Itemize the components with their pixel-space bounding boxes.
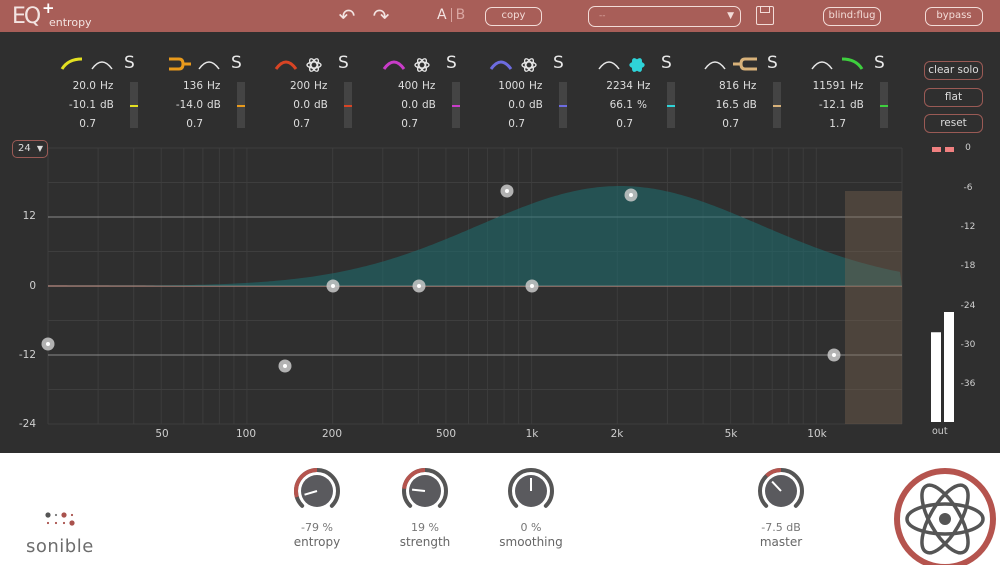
master-value: -7.5 dB: [761, 521, 801, 534]
meter-label-12: -12: [960, 222, 976, 232]
meter-label-6: -6: [963, 183, 973, 193]
chevron-down-icon: ▼: [36, 144, 44, 153]
band-3-handle[interactable]: [326, 279, 340, 293]
x-label-10k: 10k: [807, 428, 827, 440]
knob-smoothing[interactable]: 0 % smoothing: [486, 465, 576, 560]
band-2-handle[interactable]: [278, 359, 292, 373]
master-knob-dial[interactable]: [755, 465, 807, 515]
eq-entropy-plugin: EQ + entropy ↶ ↷ AB copy -- ▼ blind:flug…: [0, 0, 1000, 565]
x-label-2k: 2k: [610, 428, 624, 440]
clip-indicator-right[interactable]: [945, 147, 954, 152]
range-value: 24: [18, 143, 31, 154]
x-label-500: 500: [435, 428, 457, 440]
band-6-handle[interactable]: [624, 188, 638, 202]
master-label: master: [759, 535, 803, 549]
smoothing-value: 0 %: [520, 521, 542, 534]
x-label-5k: 5k: [724, 428, 738, 440]
band-5-handle[interactable]: [525, 279, 539, 293]
brand-name: sonible: [26, 536, 94, 557]
clip-indicator-left[interactable]: [932, 147, 941, 152]
knob-entropy[interactable]: -79 % entropy: [272, 465, 362, 560]
meter-label-24: -24: [960, 301, 976, 311]
band-8-handle[interactable]: [827, 348, 841, 362]
band-7-handle[interactable]: [500, 184, 514, 198]
strength-label: strength: [399, 535, 451, 549]
smoothing-knob-dial[interactable]: [505, 465, 557, 515]
strength-value: 19 %: [411, 521, 439, 534]
range-dropdown[interactable]: 24 ▼: [12, 140, 48, 158]
sonible-dots-icon: [45, 512, 75, 526]
meter-label-0: 0: [965, 143, 971, 153]
entropy-knob-dial[interactable]: [291, 465, 343, 515]
entropy-label: entropy: [293, 535, 341, 549]
y-label-0: 0: [29, 280, 36, 292]
x-label-50: 50: [155, 428, 169, 440]
sonible-logo: sonible: [26, 510, 94, 557]
y-label-minus-12: -12: [18, 349, 36, 361]
x-label-1k: 1k: [525, 428, 539, 440]
meter-label-30: -30: [960, 340, 976, 350]
entropy-learn-button[interactable]: [890, 467, 1000, 565]
band-6-response-area: [48, 186, 902, 286]
entropy-value: -79 %: [301, 521, 333, 534]
meter-label-18: -18: [960, 261, 976, 271]
meter-out-label: out: [932, 426, 948, 437]
knob-strength[interactable]: 19 % strength: [380, 465, 470, 560]
x-label-100: 100: [235, 428, 257, 440]
strength-knob-dial[interactable]: [399, 465, 451, 515]
knob-master[interactable]: -7.5 dB master: [736, 465, 826, 560]
footer: sonible -79 % entropy 19 % strength 0 % smoot…: [0, 453, 1000, 565]
output-meter-left: [931, 332, 941, 422]
smoothing-label: smoothing: [499, 535, 563, 549]
output-meter-right: [944, 312, 954, 422]
y-label-12: 12: [22, 210, 36, 222]
band-4-handle[interactable]: [412, 279, 426, 293]
y-label-minus-24: -24: [18, 418, 36, 430]
band-1-handle[interactable]: [41, 337, 55, 351]
meter-label-36: -36: [960, 379, 976, 389]
band-7-response-area: [845, 191, 902, 424]
x-label-200: 200: [321, 428, 343, 440]
